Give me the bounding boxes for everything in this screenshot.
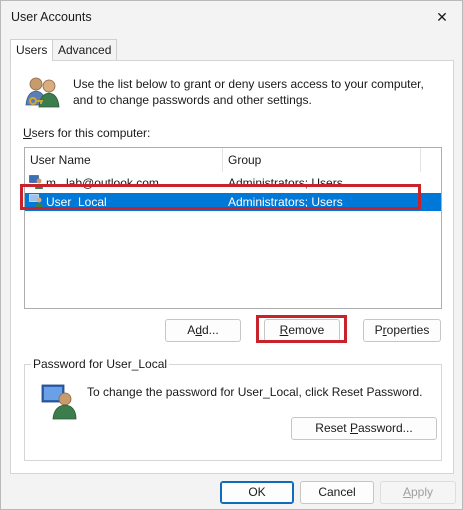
users-listview[interactable]: User Name Group m lab@outlook.com Admini… — [24, 147, 442, 309]
table-row[interactable]: m lab@outlook.com Administrators; Users — [25, 174, 441, 192]
title-bar: User Accounts ✕ — [1, 1, 462, 33]
add-user-button[interactable]: Add... — [165, 319, 241, 342]
users-list-label: Users for this computer: — [23, 126, 151, 140]
table-row-selected[interactable]: User_Local Administrators; Users — [25, 193, 441, 211]
close-button[interactable]: ✕ — [422, 1, 462, 33]
user-account-icon — [29, 194, 43, 211]
column-user-name[interactable]: User Name — [30, 153, 91, 167]
listview-header: User Name Group — [25, 148, 441, 172]
properties-mnemonic: r — [382, 323, 387, 337]
properties-button[interactable]: Properties — [363, 319, 441, 342]
user-password-icon — [41, 384, 77, 423]
column-separator[interactable] — [420, 148, 421, 172]
password-instructions: To change the password for User_Local, c… — [87, 385, 423, 399]
users-keys-icon — [24, 75, 64, 112]
users-tab-panel: Use the list below to grant or deny user… — [10, 60, 454, 474]
user-accounts-window: User Accounts ✕ Users Advanced Use the l… — [0, 0, 463, 510]
close-icon: ✕ — [436, 8, 448, 25]
tab-users[interactable]: Users — [10, 39, 54, 61]
password-groupbox-title: Password for User_Local — [31, 357, 170, 371]
remove-mnemonic: R — [279, 323, 289, 337]
user-name-cell: m lab@outlook.com — [46, 176, 159, 190]
ok-button[interactable]: OK — [220, 481, 294, 504]
add-mnemonic: d — [195, 323, 202, 337]
apply-button[interactable]: Apply — [380, 481, 456, 504]
user-name-cell: User_Local — [46, 195, 107, 209]
user-account-icon — [29, 175, 43, 192]
window-title: User Accounts — [11, 10, 92, 24]
reset-password-mnemonic: P — [349, 421, 358, 435]
password-groupbox: Password for User_Local To change the pa… — [24, 357, 442, 461]
remove-user-button[interactable]: Remove — [264, 319, 340, 342]
tab-advanced[interactable]: Advanced — [52, 39, 118, 60]
group-cell: Administrators; Users — [228, 195, 343, 209]
intro-text: Use the list below to grant or deny user… — [73, 77, 424, 107]
column-group[interactable]: Group — [228, 153, 261, 167]
cancel-button[interactable]: Cancel — [300, 481, 374, 504]
group-cell: Administrators; Users — [228, 176, 343, 190]
apply-mnemonic: A — [402, 485, 411, 499]
users-label-mnemonic: U — [23, 126, 32, 140]
reset-password-button[interactable]: Reset Password... — [291, 417, 437, 440]
column-separator[interactable] — [222, 148, 223, 172]
